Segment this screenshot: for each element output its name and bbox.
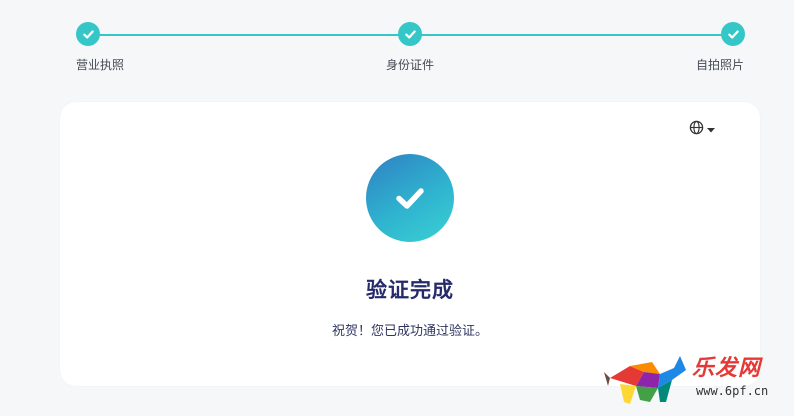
verification-result-card: 验证完成 祝贺！您已成功通过验证。 [60,102,760,386]
step-3-label: 自拍照片 [695,58,745,72]
caret-down-icon [706,121,716,139]
step-2-label: 身份证件 [385,58,435,72]
step-2-check-icon [398,22,422,46]
success-check-icon [366,154,454,242]
bull-logo-icon [604,356,686,404]
site-watermark: 乐发网 www.6pf.cn [600,348,790,410]
verification-page: 营业执照 身份证件 自拍照片 验证完成 祝贺！您已成功通过验证。 乐发网 www… [0,0,794,416]
step-1-label: 营业执照 [75,58,125,72]
language-selector-button[interactable] [689,120,716,140]
result-message: 祝贺！您已成功通过验证。 [331,323,488,338]
step-1-check-icon [76,22,100,46]
step-3-check-icon [721,22,745,46]
result-title: 验证完成 [366,279,454,302]
globe-icon [689,120,704,140]
watermark-url: www.6pf.cn [696,384,769,398]
watermark-logo-text: 乐发网 [692,355,762,380]
